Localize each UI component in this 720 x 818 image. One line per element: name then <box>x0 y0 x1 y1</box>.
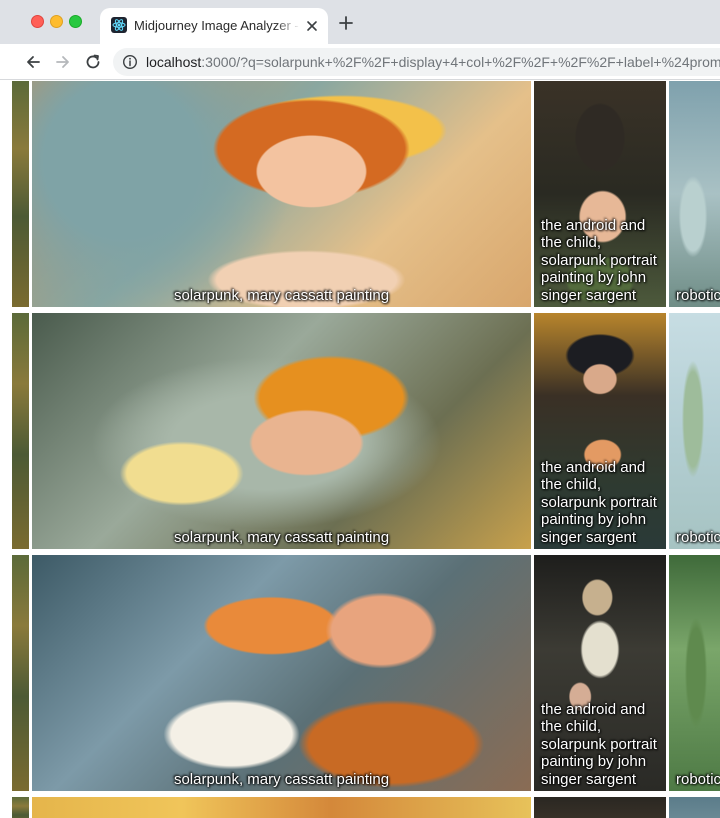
new-tab-plus-icon[interactable] <box>336 13 356 33</box>
thumbnail-image[interactable]: robotic arms growing out of soil, day, s… <box>669 555 720 791</box>
thumbnail-image[interactable] <box>669 797 720 818</box>
thumbnail-image[interactable] <box>12 555 29 791</box>
thumbnail-image[interactable] <box>12 313 29 549</box>
thumbnail-caption: solarpunk, mary cassatt painting <box>173 528 390 546</box>
url-host: localhost <box>146 54 202 70</box>
url-path: :3000/?q=solarpunk+%2F%2F+display+4+col+… <box>201 54 720 70</box>
browser-tabstrip: Midjourney Image Analyzer - Thumbnails <box>0 0 720 44</box>
thumbnail-image[interactable]: solarpunk, mary cassatt painting <box>32 313 531 549</box>
thumbnail-image[interactable] <box>12 81 29 307</box>
thumbnail-image[interactable]: solarpunk, mary cassatt painting <box>32 81 531 307</box>
site-info-icon[interactable] <box>122 54 138 70</box>
thumbnail-caption: the android and the child, solarpunk por… <box>541 458 657 546</box>
window-minimize-button[interactable] <box>50 15 63 28</box>
thumbnail-image[interactable]: the android and the child, solarpunk por… <box>534 81 666 307</box>
thumbnail-caption: solarpunk, mary cassatt painting <box>173 770 390 788</box>
back-arrow-icon[interactable] <box>23 52 43 72</box>
tab-title: Midjourney Image Analyzer - Thumbnails <box>134 18 300 33</box>
react-atom-icon <box>111 17 127 33</box>
thumbnail-caption: robotic arms growing out of soil, day, s… <box>676 770 720 788</box>
thumbnail-caption: the android and the child, solarpunk por… <box>541 216 657 304</box>
reload-icon[interactable] <box>83 52 103 72</box>
browser-toolbar: localhost:3000/?q=solarpunk+%2F%2F+displ… <box>0 44 720 80</box>
thumbnail-image[interactable] <box>534 797 666 818</box>
thumbnail-caption: robotic arms growing out of soil, day, s… <box>676 286 720 304</box>
thumbnail-image[interactable]: robotic arms growing out of soil, day, s… <box>669 313 720 549</box>
thumbnail-image[interactable]: robotic arms growing out of soil, day, s… <box>669 81 720 307</box>
thumbnail-image[interactable]: the android and the child, solarpunk por… <box>534 313 666 549</box>
thumbnail-image[interactable]: solarpunk, mary cassatt painting <box>32 555 531 791</box>
browser-tab-active[interactable]: Midjourney Image Analyzer - Thumbnails <box>100 8 328 44</box>
thumbnail-image[interactable] <box>12 797 29 818</box>
thumbnail-grid: solarpunk, mary cassatt painting the and… <box>0 81 720 818</box>
forward-arrow-icon[interactable] <box>53 52 73 72</box>
thumbnail-image[interactable]: the android and the child, solarpunk por… <box>534 555 666 791</box>
close-tab-icon[interactable] <box>304 18 320 34</box>
window-close-button[interactable] <box>31 15 44 28</box>
thumbnail-caption: the android and the child, solarpunk por… <box>541 700 657 788</box>
thumbnail-image[interactable] <box>32 797 531 818</box>
thumbnail-caption: robotic arms growing out of soil, day, s… <box>676 528 720 546</box>
window-zoom-button[interactable] <box>69 15 82 28</box>
address-bar[interactable]: localhost:3000/?q=solarpunk+%2F%2F+displ… <box>113 48 720 76</box>
url-text[interactable]: localhost:3000/?q=solarpunk+%2F%2F+displ… <box>146 54 720 70</box>
thumbnail-caption: solarpunk, mary cassatt painting <box>173 286 390 304</box>
